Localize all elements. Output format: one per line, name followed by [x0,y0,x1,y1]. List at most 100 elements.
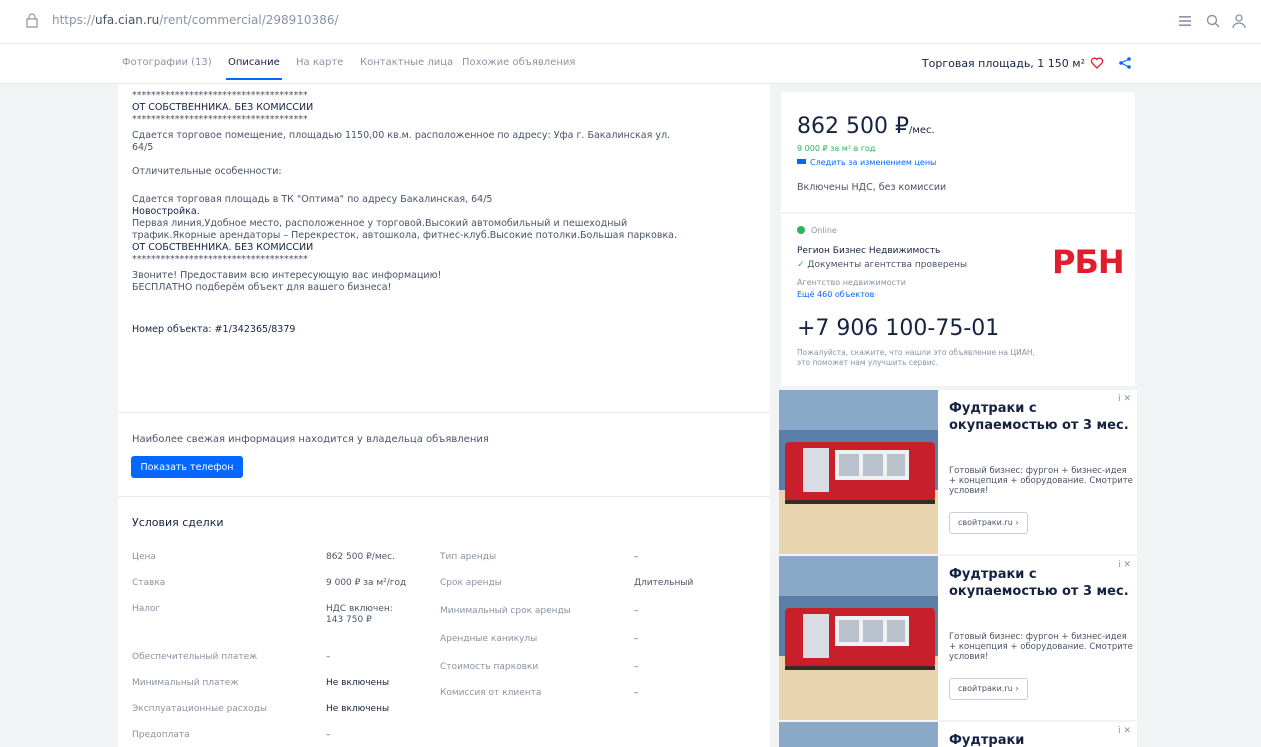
ad-image[interactable] [779,390,938,554]
deal-label: Срок аренды [440,578,502,588]
area-summary: Торговая площадь, 1 150 м² [921,57,1085,70]
object-number: Номер объекта: #1/342365/8379 [132,324,296,335]
desc-line: ОТ СОБСТВЕННИКА. БЕЗ КОМИССИИ [132,242,314,253]
agent-card: Online Регион Бизнес Недвижимость ✓ Доку… [781,214,1135,386]
ad-banner[interactable]: Фудтраки с окупаемостью от 3 мес. Готовы… [779,556,1137,720]
deal-label: Тип аренды [440,552,497,562]
divider [118,412,770,413]
deal-value: Не включены [326,678,390,688]
tab-contacts[interactable]: Контактные лица [360,57,453,68]
close-icon[interactable]: i ✕ [1118,726,1131,736]
chart-icon [797,159,806,164]
share-icon[interactable] [1118,56,1132,70]
menu-icon[interactable] [1176,12,1194,30]
active-tab-indicator [226,78,282,80]
online-status: Online [797,226,837,235]
ad-link-button[interactable]: свойтраки.ru › [949,512,1028,534]
check-icon: ✓ [797,260,805,270]
desc-line: трафик.Якорные арендаторы – Перекресток,… [132,230,678,241]
section-tabs: Фотографии (13) Описание На карте Контак… [0,44,1261,84]
desc-line [132,154,752,166]
price-card: 862 500 ₽/мес. 9 000 ₽ за м² в год Следи… [781,92,1135,212]
agent-more-link[interactable]: Ещё 460 объектов [797,290,874,299]
ad-title[interactable]: Фудтраки [949,732,1129,747]
description-panel: ************************************* ОТ… [118,84,770,747]
desc-line: Первая линия,Удобное место, расположенно… [132,218,628,229]
price-tax-info: Включены НДС, без комиссии [797,182,947,193]
deal-value: НДС включен: 143 750 ₽ [326,604,393,625]
agent-logo[interactable]: РБН [1052,243,1125,281]
agent-verified: ✓ Документы агентства проверены [797,260,968,270]
close-icon[interactable]: i ✕ [1118,560,1131,570]
desc-line: ************************************* [132,90,308,101]
deal-value: – [326,730,331,740]
deal-label: Минимальный срок аренды [440,606,571,616]
phone-number[interactable]: +7 906 100-75-01 [797,316,999,341]
deal-value: Длительный [634,578,694,588]
tab-similar[interactable]: Похожие объявления [462,57,575,68]
deal-label: Обеспечительный платеж [132,652,258,662]
desc-line: Сдается торговая площадь в ТК "Оптима" п… [132,194,493,205]
desc-line: Сдается торговое помещение, площадью 115… [132,130,671,141]
deal-value: – [634,662,639,672]
deal-label: Предоплата [132,730,190,740]
ad-title[interactable]: Фудтраки с окупаемостью от 3 мес. [949,400,1129,434]
ad-title[interactable]: Фудтраки с окупаемостью от 3 мес. [949,566,1129,600]
follow-price-link[interactable]: Следить за изменением цены [797,158,936,167]
desc-line [132,306,752,318]
url-text[interactable]: https://ufa.cian.ru/rent/commercial/2989… [52,13,339,27]
address-bar[interactable]: https://ufa.cian.ru/rent/commercial/2989… [0,0,1261,44]
deal-label: Стоимость парковки [440,662,539,672]
deal-label: Эксплуатационные расходы [132,704,267,714]
deal-conditions-title: Условия сделки [132,516,224,529]
deal-label: Комиссия от клиента [440,688,542,698]
ad-image[interactable] [779,722,938,747]
deal-value: – [634,606,639,616]
deal-label: Ставка [132,578,166,588]
price-per-m2: 9 000 ₽ за м² в год [797,144,876,153]
deal-label: Налог [132,604,161,614]
price: 862 500 ₽/мес. [797,114,935,139]
desc-line: Новостройка. [132,206,200,217]
ad-banner[interactable]: Фудтраки с окупаемостью от 3 мес. Готовы… [779,390,1137,554]
desc-line: 64/5 [132,142,154,153]
ad-text: Готовый бизнес: фургон + бизнес-идея + к… [949,466,1133,496]
agent-name[interactable]: Регион Бизнес Недвижимость [797,246,940,256]
tab-photos[interactable]: Фотографии (13) [122,57,212,68]
desc-line: ************************************* [132,114,308,125]
heart-icon[interactable] [1090,56,1104,70]
ad-link-button[interactable]: свойтраки.ru › [949,678,1028,700]
desc-line [132,178,752,190]
owner-note: Наиболее свежая информация находится у в… [132,434,489,445]
lock-icon [26,13,38,28]
description-text: ************************************* ОТ… [132,90,752,336]
desc-line: БЕСПЛАТНО подберём объект для вашего биз… [132,282,392,293]
deal-value: 862 500 ₽/мес. [326,552,395,562]
profile-icon[interactable] [1230,12,1248,30]
tab-map[interactable]: На карте [296,57,343,68]
desc-line: Звоните! Предоставим всю интересующую ва… [132,270,442,281]
close-icon[interactable]: i ✕ [1118,394,1131,404]
deal-value: 9 000 ₽ за м²/год [326,578,407,588]
agent-type: Агентство недвижимости [797,278,906,287]
deal-value: – [326,652,331,662]
deal-value: – [634,552,639,562]
ad-text: Готовый бизнес: фургон + бизнес-идея + к… [949,632,1133,662]
deal-label: Арендные каникулы [440,634,538,644]
show-phone-button[interactable]: Показать телефон [131,456,243,478]
divider [118,496,770,497]
tab-description[interactable]: Описание [228,57,280,68]
ad-image[interactable] [779,556,938,720]
ad-banner[interactable]: Фудтраки i ✕ [779,722,1137,747]
desc-line [132,294,752,306]
phone-note: Пожалуйста, скажите, что нашли это объяв… [797,348,1035,367]
deal-label: Минимальный платеж [132,678,239,688]
deal-value: – [634,634,639,644]
desc-line: ************************************* [132,254,308,265]
desc-line: ОТ СОБСТВЕННИКА. БЕЗ КОМИССИИ [132,102,314,113]
deal-value: – [634,688,639,698]
desc-line: Отличительные особенности: [132,166,282,177]
deal-label: Цена [132,552,156,562]
search-icon[interactable] [1204,12,1222,30]
deal-value: Не включены [326,704,390,714]
